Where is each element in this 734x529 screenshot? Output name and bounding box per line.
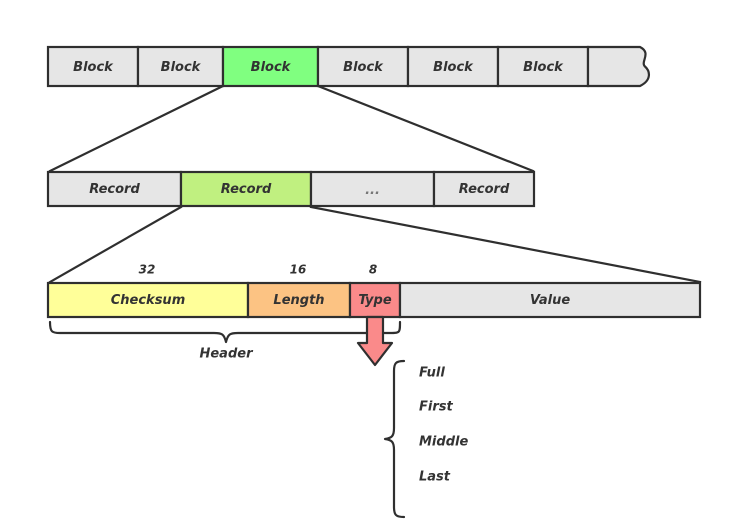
record-cell-0[interactable]: Record: [46, 170, 183, 208]
type-value-last: Last: [419, 470, 451, 485]
field-cell-value[interactable]: Value: [398, 281, 702, 319]
block-cell-0-label: Block: [73, 60, 114, 75]
record-format-diagram: Block Block Block Block Block Block Reco…: [46, 45, 702, 519]
block-cell-4-label: Block: [433, 60, 474, 75]
type-values-list: Full First Middle Last: [419, 366, 468, 485]
field-row: 32 16 8 Checksum Length Type Value: [46, 263, 702, 319]
block-cell-6-torn-edge-icon: [586, 45, 650, 88]
record-cell-3[interactable]: Record: [432, 170, 536, 208]
type-values-brace-path: [383, 359, 406, 519]
field-cell-type[interactable]: Type: [348, 281, 402, 319]
block-cell-0[interactable]: Block: [46, 45, 140, 88]
record-cell-2-ellipsis[interactable]: ...: [309, 170, 436, 208]
block-cell-3-label: Block: [343, 60, 384, 75]
field-bits-type: 8: [369, 263, 377, 277]
header-brace-path: [48, 320, 402, 344]
field-cell-length-label: Length: [273, 293, 324, 308]
down-arrow-icon: [356, 315, 394, 367]
record-cell-1-highlighted[interactable]: Record: [179, 170, 313, 208]
block-cell-1[interactable]: Block: [136, 45, 225, 88]
field-cell-type-label: Type: [358, 293, 391, 308]
header-brace: Header: [48, 320, 402, 362]
record-cell-2-label: ...: [365, 183, 380, 198]
type-values-brace: [383, 359, 406, 519]
field-cell-length[interactable]: Length: [246, 281, 352, 319]
connector-block-to-record: [48, 84, 535, 173]
connector-record-field-left: [48, 205, 183, 284]
record-cell-1-label: Record: [221, 182, 272, 197]
field-cell-checksum[interactable]: Checksum: [46, 281, 250, 319]
type-value-middle: Middle: [419, 435, 468, 450]
type-value-full: Full: [419, 366, 445, 381]
connector-block-record-left: [48, 84, 225, 173]
record-cell-3-label: Record: [459, 182, 510, 197]
field-bits-length: 16: [290, 263, 307, 277]
type-arrow: [356, 315, 394, 367]
block-cell-1-label: Block: [161, 60, 202, 75]
header-brace-label: Header: [199, 347, 254, 362]
field-bits-checksum: 32: [139, 263, 156, 277]
block-cell-3[interactable]: Block: [316, 45, 410, 88]
diagram-root: Block Block Block Block Block Block Reco…: [0, 0, 734, 529]
record-row: Record Record ... Record: [46, 170, 536, 208]
field-cell-checksum-label: Checksum: [111, 293, 186, 308]
block-cell-5-label: Block: [523, 60, 564, 75]
block-cell-2-label: Block: [251, 60, 292, 75]
field-cell-value-label: Value: [530, 293, 571, 308]
block-cell-2-highlighted[interactable]: Block: [221, 45, 320, 88]
type-value-first: First: [419, 400, 453, 415]
block-cell-4[interactable]: Block: [406, 45, 500, 88]
block-cell-6-continuation: [586, 45, 650, 88]
block-row: Block Block Block Block Block Block: [46, 45, 650, 88]
connector-block-record-right: [316, 84, 535, 173]
record-cell-0-label: Record: [89, 182, 140, 197]
block-cell-5[interactable]: Block: [496, 45, 590, 88]
